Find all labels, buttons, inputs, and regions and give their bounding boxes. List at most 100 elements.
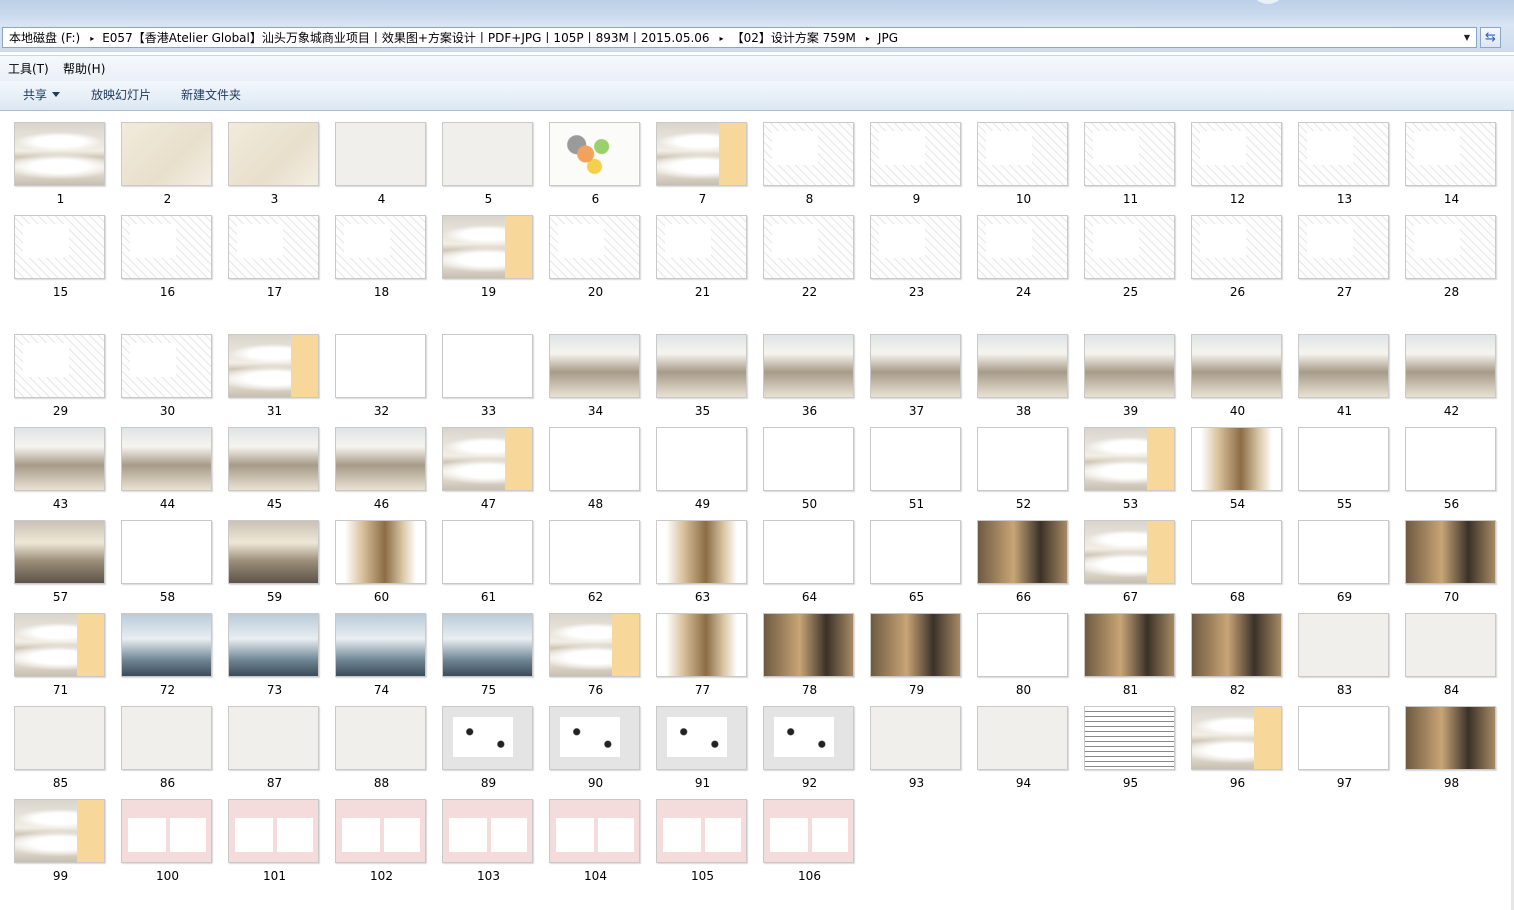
file-thumbnail[interactable] bbox=[870, 613, 961, 677]
file-item[interactable]: 78 bbox=[756, 613, 863, 708]
file-thumbnail[interactable] bbox=[1405, 215, 1496, 279]
file-thumbnail[interactable] bbox=[1405, 427, 1496, 491]
file-thumbnail[interactable] bbox=[763, 520, 854, 584]
file-item[interactable]: 20 bbox=[542, 215, 649, 310]
file-item[interactable]: 18 bbox=[328, 215, 435, 310]
file-item[interactable]: 58 bbox=[114, 520, 221, 615]
file-item[interactable]: 71 bbox=[7, 613, 114, 708]
file-thumbnail[interactable] bbox=[977, 215, 1068, 279]
file-thumbnail[interactable] bbox=[763, 334, 854, 398]
file-thumbnail[interactable] bbox=[1191, 427, 1282, 491]
file-item[interactable]: 37 bbox=[863, 334, 970, 429]
file-thumbnail[interactable] bbox=[656, 613, 747, 677]
file-item[interactable]: 100 bbox=[114, 799, 221, 894]
file-thumbnail[interactable] bbox=[14, 334, 105, 398]
file-item[interactable]: 28 bbox=[1398, 215, 1505, 310]
file-thumbnail[interactable] bbox=[656, 122, 747, 186]
refresh-icon[interactable]: ⇆ bbox=[1480, 27, 1501, 48]
file-thumbnail[interactable] bbox=[228, 122, 319, 186]
file-thumbnail[interactable] bbox=[549, 427, 640, 491]
file-item[interactable]: 91 bbox=[649, 706, 756, 801]
file-thumbnail[interactable] bbox=[335, 427, 426, 491]
file-item[interactable]: 89 bbox=[435, 706, 542, 801]
file-item[interactable]: 66 bbox=[970, 520, 1077, 615]
file-thumbnail[interactable] bbox=[656, 706, 747, 770]
slideshow-button[interactable]: 放映幻灯片 bbox=[91, 81, 151, 110]
file-item[interactable]: 82 bbox=[1184, 613, 1291, 708]
file-item[interactable]: 6 bbox=[542, 122, 649, 217]
file-item[interactable]: 90 bbox=[542, 706, 649, 801]
file-item[interactable]: 41 bbox=[1291, 334, 1398, 429]
file-thumbnail[interactable] bbox=[549, 613, 640, 677]
file-item[interactable]: 42 bbox=[1398, 334, 1505, 429]
file-item[interactable]: 4 bbox=[328, 122, 435, 217]
file-thumbnail[interactable] bbox=[442, 799, 533, 863]
file-thumbnail[interactable] bbox=[121, 215, 212, 279]
file-thumbnail[interactable] bbox=[1191, 122, 1282, 186]
file-item[interactable]: 57 bbox=[7, 520, 114, 615]
file-item[interactable]: 55 bbox=[1291, 427, 1398, 522]
file-thumbnail[interactable] bbox=[228, 613, 319, 677]
file-item[interactable]: 29 bbox=[7, 334, 114, 429]
file-item[interactable]: 50 bbox=[756, 427, 863, 522]
file-thumbnail[interactable] bbox=[442, 334, 533, 398]
file-item[interactable]: 31 bbox=[221, 334, 328, 429]
file-thumbnail[interactable] bbox=[656, 799, 747, 863]
file-thumbnail[interactable] bbox=[977, 122, 1068, 186]
file-item[interactable]: 7 bbox=[649, 122, 756, 217]
file-item[interactable]: 62 bbox=[542, 520, 649, 615]
file-thumbnail[interactable] bbox=[763, 122, 854, 186]
share-button[interactable]: 共享 bbox=[23, 81, 61, 110]
file-thumbnail[interactable] bbox=[335, 122, 426, 186]
file-thumbnail[interactable] bbox=[977, 613, 1068, 677]
file-item[interactable]: 13 bbox=[1291, 122, 1398, 217]
file-item[interactable]: 36 bbox=[756, 334, 863, 429]
file-item[interactable]: 33 bbox=[435, 334, 542, 429]
file-item[interactable]: 44 bbox=[114, 427, 221, 522]
file-thumbnail[interactable] bbox=[656, 334, 747, 398]
file-item[interactable]: 96 bbox=[1184, 706, 1291, 801]
file-item[interactable]: 15 bbox=[7, 215, 114, 310]
file-thumbnail[interactable] bbox=[1191, 334, 1282, 398]
file-item[interactable]: 9 bbox=[863, 122, 970, 217]
address-bar[interactable]: 本地磁盘 (F:) ▸ E057【香港Atelier Global】汕头万象城商业项… bbox=[2, 27, 1477, 48]
file-thumbnail[interactable] bbox=[228, 334, 319, 398]
file-thumbnail[interactable] bbox=[763, 613, 854, 677]
file-item[interactable]: 53 bbox=[1077, 427, 1184, 522]
menu-tools[interactable]: 工具(T) bbox=[8, 56, 49, 82]
file-item[interactable]: 17 bbox=[221, 215, 328, 310]
file-thumbnail[interactable] bbox=[1084, 520, 1175, 584]
file-item[interactable]: 56 bbox=[1398, 427, 1505, 522]
file-thumbnail[interactable] bbox=[1405, 613, 1496, 677]
file-item[interactable]: 92 bbox=[756, 706, 863, 801]
file-item[interactable]: 75 bbox=[435, 613, 542, 708]
file-item[interactable]: 104 bbox=[542, 799, 649, 894]
file-thumbnail[interactable] bbox=[335, 334, 426, 398]
file-thumbnail[interactable] bbox=[870, 427, 961, 491]
file-item[interactable]: 68 bbox=[1184, 520, 1291, 615]
file-item[interactable]: 83 bbox=[1291, 613, 1398, 708]
file-list-pane[interactable]: 1 2 3 4 5 6 7 8 9 10 11 12 13 14 15 16 17 18 19 20 21 22 23 24 2… bbox=[0, 111, 1514, 910]
new-folder-button[interactable]: 新建文件夹 bbox=[181, 81, 241, 110]
file-thumbnail[interactable] bbox=[1298, 613, 1389, 677]
file-item[interactable]: 85 bbox=[7, 706, 114, 801]
file-thumbnail[interactable] bbox=[1298, 334, 1389, 398]
file-thumbnail[interactable] bbox=[228, 520, 319, 584]
file-item[interactable]: 106 bbox=[756, 799, 863, 894]
file-item[interactable]: 101 bbox=[221, 799, 328, 894]
file-thumbnail[interactable] bbox=[14, 706, 105, 770]
file-item[interactable]: 63 bbox=[649, 520, 756, 615]
file-thumbnail[interactable] bbox=[335, 520, 426, 584]
file-item[interactable]: 5 bbox=[435, 122, 542, 217]
file-item[interactable]: 69 bbox=[1291, 520, 1398, 615]
file-thumbnail[interactable] bbox=[1191, 613, 1282, 677]
file-item[interactable]: 11 bbox=[1077, 122, 1184, 217]
file-item[interactable]: 54 bbox=[1184, 427, 1291, 522]
file-item[interactable]: 103 bbox=[435, 799, 542, 894]
file-item[interactable]: 67 bbox=[1077, 520, 1184, 615]
file-thumbnail[interactable] bbox=[1298, 122, 1389, 186]
file-thumbnail[interactable] bbox=[442, 427, 533, 491]
file-thumbnail[interactable] bbox=[121, 427, 212, 491]
file-thumbnail[interactable] bbox=[228, 706, 319, 770]
file-item[interactable]: 21 bbox=[649, 215, 756, 310]
